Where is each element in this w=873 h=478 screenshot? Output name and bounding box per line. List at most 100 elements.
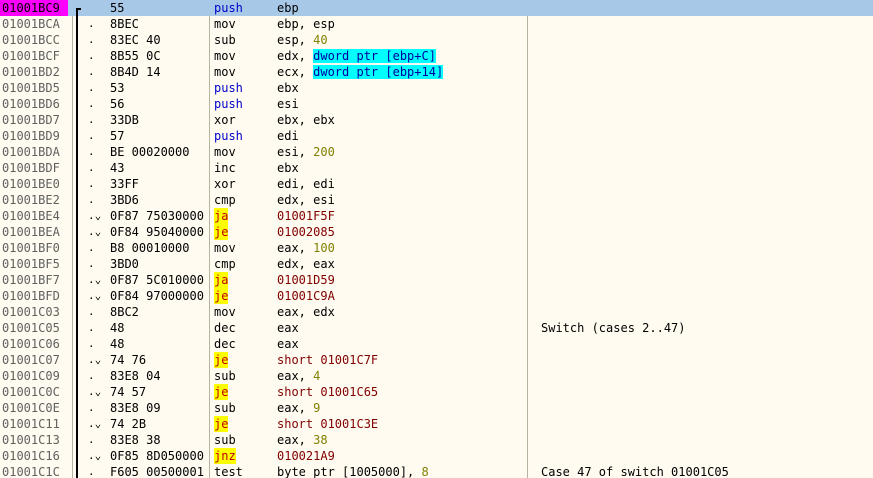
flow-mark: . bbox=[88, 257, 95, 270]
operands-cell: ebx, ebx bbox=[277, 112, 335, 128]
hex-bytes-cell: 0F84 95040000 bbox=[110, 225, 204, 239]
hex-bytes-cell: 53 bbox=[110, 81, 125, 95]
operand-num: 100 bbox=[313, 241, 335, 255]
instruction-row[interactable]: 01001BEA .⌄ 0F84 95040000 je 01002085 bbox=[0, 224, 873, 240]
jump-path-marker bbox=[74, 176, 88, 192]
instruction-row[interactable]: 01001BCC. 83EC 40 sub esp, 40 bbox=[0, 32, 873, 48]
instruction-row[interactable]: 01001C07 .⌄ 74 76 je short 01001C7F bbox=[0, 352, 873, 368]
disassembly-pane[interactable]: 01001BC9 55 push ebp 01001BCA. 8BEC mov ebp, es… bbox=[0, 0, 873, 478]
operand-reg: edx, bbox=[277, 49, 314, 63]
operands-cell: ebp, esp bbox=[277, 16, 335, 32]
operand-short: short 01001C65 bbox=[277, 385, 379, 399]
flow-mark: . bbox=[88, 33, 95, 46]
instruction-row[interactable]: 01001BDA. BE 00020000 mov esi, 200 bbox=[0, 144, 873, 160]
instruction-row[interactable]: 01001BD7. 33DB xor ebx, ebx bbox=[0, 112, 873, 128]
address-cell: 01001BE2 bbox=[2, 193, 60, 207]
mnemonic-cell: je bbox=[214, 384, 229, 400]
operands-cell: eax, 4 bbox=[277, 368, 320, 384]
jump-path-marker bbox=[74, 272, 88, 288]
instruction-row[interactable]: 01001BD6. 56 push esi bbox=[0, 96, 873, 112]
instruction-row[interactable]: 01001BF7 .⌄ 0F87 5C010000 ja 01001D59 bbox=[0, 272, 873, 288]
jump-path-marker bbox=[74, 432, 88, 448]
operands-cell: short 01001C65 bbox=[277, 384, 378, 400]
instruction-row[interactable]: 01001BF0. B8 00010000 mov eax, 100 bbox=[0, 240, 873, 256]
operands-cell: ebx bbox=[277, 160, 299, 176]
hex-bytes-cell: 83E8 09 bbox=[110, 401, 161, 415]
operands-cell: eax, 100 bbox=[277, 240, 335, 256]
instruction-row[interactable]: 01001C16 .⌄ 0F85 8D050000 jnz 010021A9 bbox=[0, 448, 873, 464]
mnemonic-cell: mov bbox=[214, 145, 236, 159]
instruction-row[interactable]: 01001C05. 48 dec eax Switch (cases 2..47) bbox=[0, 320, 873, 336]
mnemonic-cell: push bbox=[214, 97, 243, 111]
mnemonic-cell: je bbox=[214, 224, 229, 240]
flow-mark: . bbox=[88, 145, 95, 158]
flow-mark: . bbox=[88, 65, 95, 78]
instruction-row[interactable]: 01001BC9 55 push ebp bbox=[0, 0, 873, 16]
operand-reg: ecx, bbox=[277, 65, 314, 79]
instruction-row[interactable]: 01001BE0. 33FF xor edi, edi bbox=[0, 176, 873, 192]
jump-path-marker bbox=[74, 16, 88, 32]
instruction-row[interactable]: 01001BD2. 8B4D 14 mov ecx, dword ptr [ebp+1… bbox=[0, 64, 873, 80]
mnemonic-cell: mov bbox=[214, 65, 236, 79]
instruction-row[interactable]: 01001C11 .⌄ 74 2B je short 01001C3E bbox=[0, 416, 873, 432]
instruction-row[interactable]: 01001BD5. 53 push ebx bbox=[0, 80, 873, 96]
instruction-row[interactable]: 01001BE4 .⌄ 0F87 75030000 ja 01001F5F bbox=[0, 208, 873, 224]
operands-cell: ebp bbox=[277, 0, 299, 16]
instruction-row[interactable]: 01001C13. 83E8 38 sub eax, 38 bbox=[0, 432, 873, 448]
operand-addr: 01002085 bbox=[277, 225, 335, 239]
instruction-row[interactable]: 01001C1C. F605 00500001 08 test byte ptr [1… bbox=[0, 464, 873, 478]
instruction-row[interactable]: 01001BFD .⌄ 0F84 97000000 je 01001C9A bbox=[0, 288, 873, 304]
operands-cell: edx, eax bbox=[277, 256, 335, 272]
operand-num: 200 bbox=[313, 145, 335, 159]
hex-bytes-cell: 8B4D 14 bbox=[110, 65, 161, 79]
instruction-row[interactable]: 01001BCA. 8BEC mov ebp, esp bbox=[0, 16, 873, 32]
hex-bytes-cell: 74 76 bbox=[110, 353, 147, 367]
jump-path-marker bbox=[74, 112, 88, 128]
address-cell: 01001BCF bbox=[2, 49, 60, 63]
instruction-row[interactable]: 01001BD9. 57 push edi bbox=[0, 128, 873, 144]
operands-cell: 01001D59 bbox=[277, 272, 335, 288]
instruction-row[interactable]: 01001C0E. 83E8 09 sub eax, 9 bbox=[0, 400, 873, 416]
jump-path-marker bbox=[74, 64, 88, 80]
jump-path-marker bbox=[74, 80, 88, 96]
instruction-row[interactable]: 01001C06. 48 dec eax bbox=[0, 336, 873, 352]
operand-addr: 010021A9 bbox=[277, 449, 335, 463]
instruction-row[interactable]: 01001C03. 8BC2 mov eax, edx bbox=[0, 304, 873, 320]
instruction-row[interactable]: 01001C09. 83E8 04 sub eax, 4 bbox=[0, 368, 873, 384]
instruction-row[interactable]: 01001BCF. 8B55 0C mov edx, dword ptr [ebp+C… bbox=[0, 48, 873, 64]
mnemonic-cell: cmp bbox=[214, 257, 236, 271]
hex-bytes-cell: 0F87 5C010000 bbox=[110, 273, 204, 287]
hex-bytes-cell: 56 bbox=[110, 97, 125, 111]
operands-cell: eax, 9 bbox=[277, 400, 320, 416]
jump-path-marker bbox=[74, 192, 88, 208]
address-cell: 01001C09 bbox=[2, 369, 60, 383]
jump-path-marker bbox=[74, 208, 88, 224]
address-cell: 01001C03 bbox=[2, 305, 60, 319]
instruction-row[interactable]: 01001BDF. 43 inc ebx bbox=[0, 160, 873, 176]
hex-bytes-cell: 83EC 40 bbox=[110, 33, 161, 47]
operand-reg: eax bbox=[277, 321, 299, 335]
flow-mark: .⌄ bbox=[88, 289, 102, 302]
operand-short: short 01001C3E bbox=[277, 417, 379, 431]
operands-cell: edx, dword ptr [ebp+C] bbox=[277, 48, 436, 64]
instruction-row[interactable]: 01001BE2. 3BD6 cmp edx, esi bbox=[0, 192, 873, 208]
jump-path-marker bbox=[74, 384, 88, 400]
operands-cell: esi bbox=[277, 96, 299, 112]
instruction-row[interactable]: 01001C0C .⌄ 74 57 je short 01001C65 bbox=[0, 384, 873, 400]
operand-reg: ebx bbox=[277, 161, 299, 175]
flow-mark: . bbox=[88, 305, 95, 318]
operand-reg: eax, bbox=[277, 401, 314, 415]
instruction-row[interactable]: 01001BF5. 3BD0 cmp edx, eax bbox=[0, 256, 873, 272]
operand-num: 8 bbox=[421, 465, 429, 478]
operand-addr: 01001F5F bbox=[277, 209, 335, 223]
flow-mark: .⌄ bbox=[88, 385, 102, 398]
flow-mark: . bbox=[88, 97, 95, 110]
mnemonic-cell: ja bbox=[214, 272, 229, 288]
operands-cell: 01002085 bbox=[277, 224, 335, 240]
jump-path-marker bbox=[74, 448, 88, 464]
flow-mark: .⌄ bbox=[88, 417, 102, 430]
address-cell: 01001BF7 bbox=[2, 273, 60, 287]
hex-bytes-cell: 33FF bbox=[110, 177, 139, 191]
operands-cell: esi, 200 bbox=[277, 144, 335, 160]
hex-bytes-cell: F605 00500001 08 bbox=[110, 465, 204, 478]
